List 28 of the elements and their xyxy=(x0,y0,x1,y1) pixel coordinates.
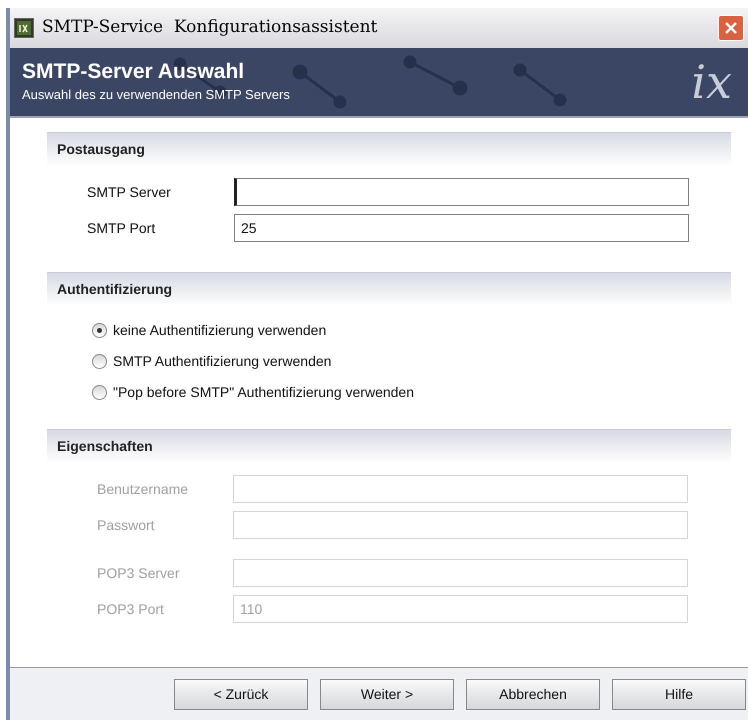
text-field[interactable]: 25 xyxy=(234,214,689,242)
radio-button[interactable] xyxy=(92,385,107,400)
section-title: Postausgang xyxy=(57,140,145,159)
radio-button[interactable] xyxy=(92,354,107,369)
dialog-button[interactable]: Abbrechen xyxy=(466,678,600,710)
field-label: SMTP Port xyxy=(86,218,156,238)
field-label: POP3 Server xyxy=(96,564,180,582)
dialog-button[interactable]: Weiter > xyxy=(320,678,454,710)
section-title: Authentifizierung xyxy=(57,280,172,299)
radio-option[interactable]: "Pop before SMTP" Authentifizierung verwenden xyxy=(92,382,414,403)
logo: ix xyxy=(691,59,732,105)
banner-title: SMTP-Server Auswahl xyxy=(22,59,246,86)
field-label: SMTP Server xyxy=(86,182,172,202)
text-field[interactable] xyxy=(234,178,689,206)
banner-subtitle: Auswahl des zu verwendenden SMTP Servers xyxy=(22,86,290,104)
window-title: SMTP-Service Konfigurationsassistent xyxy=(42,16,378,40)
app-icon xyxy=(14,18,34,38)
field-label: POP3 Port xyxy=(96,600,165,618)
close-icon xyxy=(724,21,738,35)
radio-option[interactable]: keine Authentifizierung verwenden xyxy=(92,320,326,341)
close-button[interactable] xyxy=(718,15,744,41)
section-title: Eigenschaften xyxy=(57,437,153,456)
field-label: Benutzername xyxy=(96,480,190,498)
radio-button[interactable] xyxy=(92,323,107,338)
field-label: Passwort xyxy=(96,516,156,534)
radio-option[interactable]: SMTP Authentifizierung verwenden xyxy=(92,351,332,372)
dialog-button[interactable]: < Zurück xyxy=(174,678,308,710)
dialog-button[interactable]: Hilfe xyxy=(612,678,746,710)
